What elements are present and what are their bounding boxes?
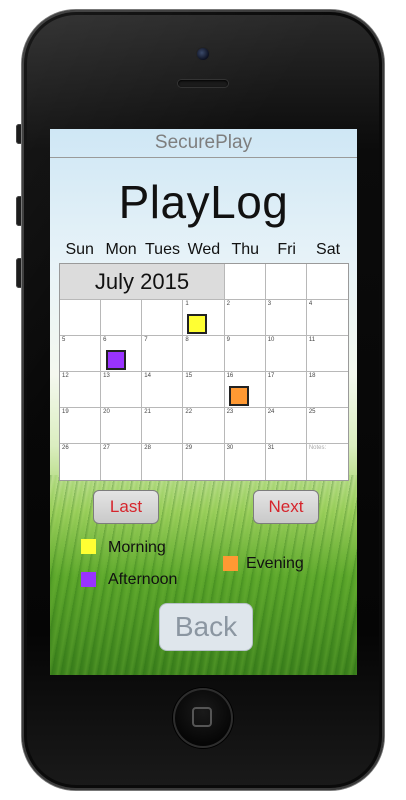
calendar-cell-empty bbox=[60, 300, 102, 336]
legend-swatch-morning bbox=[81, 539, 96, 554]
last-month-button[interactable]: Last bbox=[93, 490, 159, 524]
calendar-notes-cell[interactable]: Notes: bbox=[307, 444, 348, 480]
day-number: 25 bbox=[308, 409, 316, 415]
notes-label: Notes: bbox=[308, 445, 327, 451]
calendar: 1 2 3 4 5 6 7 8 9 10 11 12 13 14 15 16 1… bbox=[59, 263, 349, 481]
day-number: 28 bbox=[144, 445, 151, 451]
day-number: 24 bbox=[267, 409, 275, 415]
calendar-cell-empty bbox=[224, 264, 266, 300]
calendar-day-28[interactable]: 28 bbox=[142, 444, 184, 480]
calendar-day-27[interactable]: 27 bbox=[101, 444, 143, 480]
calendar-cell-empty bbox=[306, 264, 348, 300]
page-title: PlayLog bbox=[118, 176, 289, 228]
calendar-day-17[interactable]: 17 bbox=[265, 372, 307, 408]
app-header: SecurePlay bbox=[50, 129, 357, 158]
day-number: 12 bbox=[62, 373, 69, 379]
day-number: 7 bbox=[144, 337, 148, 343]
day-number: 15 bbox=[185, 373, 193, 379]
calendar-cell-empty bbox=[142, 300, 184, 336]
day-number: 20 bbox=[103, 409, 110, 415]
next-month-button[interactable]: Next bbox=[253, 490, 319, 524]
calendar-day-11[interactable]: 11 bbox=[306, 336, 348, 372]
day-number: 1 bbox=[185, 301, 189, 307]
weekday-wed: Wed bbox=[187, 241, 221, 258]
calendar-day-8[interactable]: 8 bbox=[183, 336, 225, 372]
calendar-day-26[interactable]: 26 bbox=[60, 444, 102, 480]
marker-afternoon-day-6[interactable] bbox=[106, 350, 126, 370]
home-square-icon bbox=[192, 707, 212, 727]
day-number: 17 bbox=[267, 373, 275, 379]
calendar-day-13[interactable]: 13 bbox=[101, 372, 143, 408]
calendar-day-12[interactable]: 12 bbox=[60, 372, 102, 408]
marker-morning-day-1[interactable] bbox=[187, 314, 207, 334]
day-number: 30 bbox=[226, 445, 234, 451]
calendar-cell-empty bbox=[101, 300, 143, 336]
earpiece-speaker bbox=[178, 80, 228, 87]
calendar-day-10[interactable]: 10 bbox=[265, 336, 307, 372]
calendar-day-24[interactable]: 24 bbox=[265, 408, 307, 444]
calendar-day-15[interactable]: 15 bbox=[183, 372, 225, 408]
weekday-header: Sun Mon Tues Wed Thu Fri Sat bbox=[59, 241, 349, 259]
day-number: 16 bbox=[226, 373, 234, 379]
calendar-day-30[interactable]: 30 bbox=[225, 444, 266, 480]
calendar-day-2[interactable]: 2 bbox=[224, 300, 266, 336]
day-number: 23 bbox=[226, 409, 234, 415]
day-number: 8 bbox=[185, 337, 189, 343]
calendar-day-18[interactable]: 18 bbox=[306, 372, 348, 408]
legend-label-afternoon: Afternoon bbox=[108, 571, 178, 588]
day-number: 14 bbox=[144, 373, 151, 379]
legend-label-evening: Evening bbox=[246, 555, 304, 572]
day-number: 13 bbox=[103, 373, 110, 379]
day-number: 3 bbox=[267, 301, 272, 307]
day-number: 26 bbox=[62, 445, 69, 451]
day-number: 19 bbox=[62, 409, 69, 415]
day-number: 10 bbox=[267, 337, 275, 343]
weekday-mon: Mon bbox=[105, 241, 137, 258]
day-number: 22 bbox=[185, 409, 193, 415]
app-name: SecurePlay bbox=[154, 132, 253, 153]
day-number: 5 bbox=[62, 337, 66, 343]
calendar-day-20[interactable]: 20 bbox=[101, 408, 143, 444]
day-number: 9 bbox=[226, 337, 230, 343]
front-camera-icon bbox=[197, 48, 209, 60]
calendar-day-9[interactable]: 9 bbox=[224, 336, 266, 372]
legend-label-morning: Morning bbox=[108, 539, 166, 556]
calendar-day-25[interactable]: 25 bbox=[306, 408, 348, 444]
legend-swatch-afternoon bbox=[81, 572, 96, 587]
month-label: July 2015 bbox=[60, 264, 225, 300]
day-number: 6 bbox=[103, 337, 107, 343]
calendar-day-7[interactable]: 7 bbox=[142, 336, 184, 372]
day-number: 21 bbox=[144, 409, 151, 415]
weekday-sat: Sat bbox=[316, 241, 341, 258]
calendar-day-22[interactable]: 22 bbox=[183, 408, 225, 444]
day-number: 27 bbox=[103, 445, 110, 451]
calendar-cell-empty bbox=[265, 264, 307, 300]
legend-swatch-evening bbox=[223, 556, 238, 571]
calendar-day-5[interactable]: 5 bbox=[60, 336, 102, 372]
day-number: 18 bbox=[308, 373, 316, 379]
calendar-day-14[interactable]: 14 bbox=[142, 372, 184, 408]
day-number: 4 bbox=[308, 301, 313, 307]
calendar-day-31[interactable]: 31 bbox=[266, 444, 307, 480]
weekday-fri: Fri bbox=[277, 241, 296, 258]
day-number: 29 bbox=[185, 445, 193, 451]
day-number: 2 bbox=[226, 301, 230, 307]
day-number: 11 bbox=[308, 337, 316, 343]
back-button[interactable]: Back bbox=[159, 603, 253, 651]
app-screen: SecurePlay PlayLog Sun Mon Tues Wed Thu … bbox=[50, 129, 357, 675]
calendar-day-29[interactable]: 29 bbox=[183, 444, 225, 480]
day-number: 31 bbox=[267, 445, 275, 451]
calendar-day-19[interactable]: 19 bbox=[60, 408, 102, 444]
marker-evening-day-16[interactable] bbox=[229, 386, 249, 406]
weekday-tue: Tues bbox=[144, 241, 180, 258]
calendar-day-4[interactable]: 4 bbox=[306, 300, 348, 336]
calendar-day-3[interactable]: 3 bbox=[265, 300, 307, 336]
weekday-sun: Sun bbox=[65, 241, 94, 258]
weekday-thu: Thu bbox=[231, 241, 260, 258]
calendar-day-23[interactable]: 23 bbox=[224, 408, 266, 444]
calendar-day-21[interactable]: 21 bbox=[142, 408, 184, 444]
